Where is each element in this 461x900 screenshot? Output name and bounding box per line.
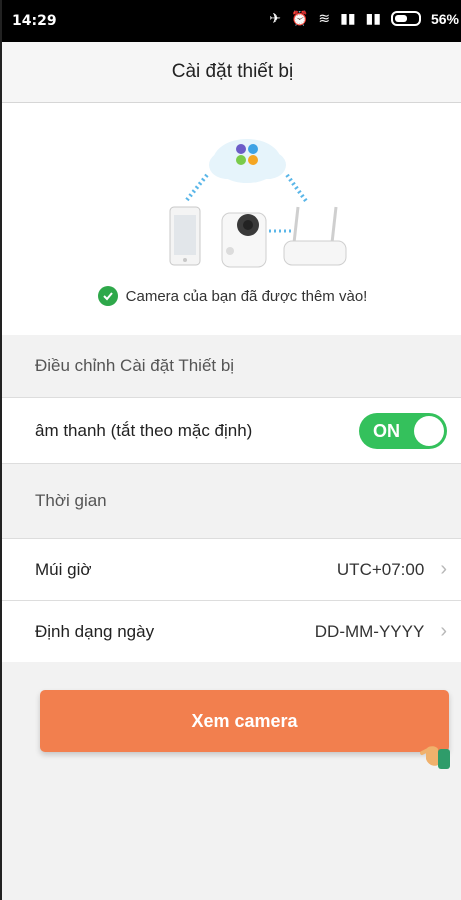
date-format-label: Định dạng ngày xyxy=(35,621,155,641)
success-banner: Camera của bạn đã được thêm vào! xyxy=(2,286,461,306)
cloud-icon xyxy=(209,139,286,183)
alarm-icon: ⏰ xyxy=(290,10,309,26)
section-header-time: Thời gian xyxy=(2,464,461,538)
camera-icon xyxy=(221,212,267,268)
timezone-value: UTC+07:00 xyxy=(336,559,425,579)
date-format-row[interactable]: Định dạng ngày DD-MM-YYYY › xyxy=(2,600,461,663)
status-icons: ✈ ⏰ ≋ ▮▮ ▮▮ 56% xyxy=(269,10,459,27)
app-screen: 14:29 ✈ ⏰ ≋ ▮▮ ▮▮ 56% Cài đặt thiết bị C… xyxy=(0,0,461,900)
success-message: Camera của bạn đã được thêm vào! xyxy=(125,287,368,305)
date-format-value: DD-MM-YYYY xyxy=(314,621,425,641)
wifi-icon: ≋ xyxy=(318,10,331,26)
check-circle-icon xyxy=(97,286,118,306)
app-bar: Cài đặt thiết bị xyxy=(2,42,461,103)
page-title: Cài đặt thiết bị xyxy=(171,61,294,82)
battery-icon xyxy=(390,11,421,26)
section-title: Điều chỉnh Cài đặt Thiết bị xyxy=(35,356,235,375)
timezone-label: Múi giờ xyxy=(35,559,92,579)
view-camera-button[interactable]: Xem camera xyxy=(40,690,449,752)
section-header-device-settings: Điều chỉnh Cài đặt Thiết bị xyxy=(2,335,461,397)
sound-setting-row[interactable]: âm thanh (tắt theo mặc định) ON xyxy=(2,397,461,464)
vibrate-off-icon: ✈ xyxy=(269,10,281,26)
toggle-state-label: ON xyxy=(373,420,400,441)
pointing-hand-icon xyxy=(420,746,450,769)
phone-icon xyxy=(169,206,201,266)
sound-setting-label: âm thanh (tắt theo mặc định) xyxy=(35,420,253,440)
timezone-row[interactable]: Múi giờ UTC+07:00 › xyxy=(2,538,461,601)
section-title: Thời gian xyxy=(35,491,107,510)
router-icon xyxy=(283,206,347,266)
toggle-knob xyxy=(414,415,444,446)
status-bar: 14:29 ✈ ⏰ ≋ ▮▮ ▮▮ 56% xyxy=(2,0,461,42)
sound-toggle[interactable]: ON xyxy=(359,412,447,449)
battery-percent: 56% xyxy=(430,10,459,27)
signal-icon: ▮▮ xyxy=(365,10,381,26)
chevron-right-icon: › xyxy=(440,558,447,580)
signal-icon: ▮▮ xyxy=(340,10,356,26)
chevron-right-icon: › xyxy=(440,620,447,642)
status-time: 14:29 xyxy=(12,13,57,29)
